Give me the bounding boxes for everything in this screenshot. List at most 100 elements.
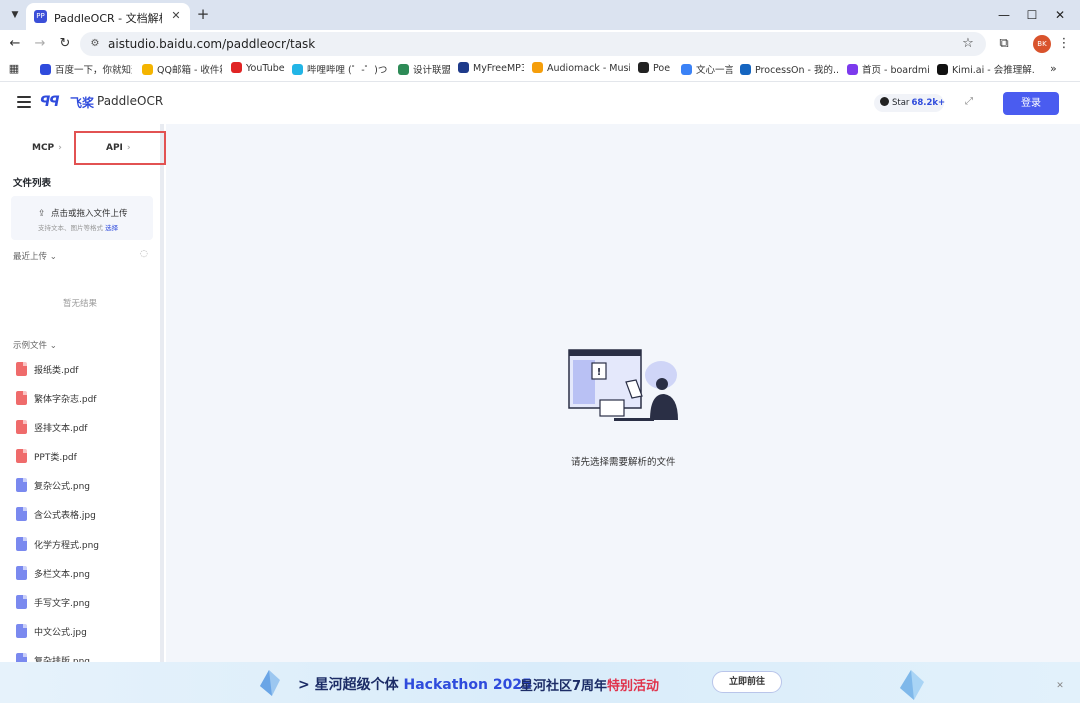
translate-icon[interactable]: ⤢ [962,95,976,109]
tab-search-icon[interactable]: ▼ [6,6,24,24]
chevron-right-icon: › [126,143,131,153]
bookmark-baidu[interactable]: 百度一下，你就知道 [40,62,132,78]
pdf-file-icon [16,391,27,405]
bookmark-processon[interactable]: ProcessOn - 我的... [740,62,838,78]
image-file-icon [16,566,27,580]
bookmark-icon [681,64,692,75]
reload-icon[interactable]: ↻ [56,35,74,53]
maximize-icon[interactable]: ☐ [1022,6,1042,24]
site-info-icon[interactable]: ⚙ [88,37,102,51]
list-item[interactable]: 化学方程式.png [12,534,160,556]
tab-api[interactable]: API › [106,143,131,153]
app-name: PaddleOCR [97,94,164,108]
bookmark-icon [847,64,858,75]
banner-close-icon[interactable]: ✕ [1054,680,1066,692]
profile-avatar[interactable]: BK [1033,35,1051,53]
browser-tabbar: ▼ PP PaddleOCR - 文档解析与智能 ✕ + — ☐ ✕ [0,0,1080,30]
minimize-icon[interactable]: — [994,6,1014,24]
paddle-logo-icon: ꟼꟼ [40,94,60,110]
list-item[interactable]: 竖排文本.pdf [12,417,160,439]
bookmark-icon [638,62,649,73]
extensions-puzzle-icon[interactable]: ⧉ [995,35,1013,53]
image-file-icon [16,595,27,609]
bookmark-icon [740,64,751,75]
svg-text:!: ! [597,367,602,378]
file-list-title: 文件列表 [13,178,52,189]
upload-select-link[interactable]: 选择 [105,224,118,232]
empty-state-text: 暂无结果 [63,299,98,309]
bookmark-icon [398,64,409,75]
app-header: ꟼꟼ 飞桨 PaddleOCR Star 68.2k+ ⤢ 登录 [0,82,1080,124]
kebab-menu-icon[interactable]: ⋮ [1056,35,1072,53]
login-button[interactable]: 登录 [1003,92,1059,115]
image-file-icon [16,624,27,638]
bookmark-youtube[interactable]: YouTube [231,62,285,78]
image-file-icon [16,507,27,521]
bookmark-star-icon[interactable]: ☆ [960,36,976,52]
bookmark-icon [40,64,51,75]
url-text[interactable]: aistudio.baidu.com/paddleocr/task [108,37,315,51]
bookmark-boardmix[interactable]: 首页 - boardmix [847,62,929,78]
address-bar[interactable]: ⚙ aistudio.baidu.com/paddleocr/task ☆ [80,32,986,56]
browser-toolbar: ← → ↻ ⚙ aistudio.baidu.com/paddleocr/tas… [0,30,1080,58]
list-item[interactable]: 含公式表格.jpg [12,504,160,526]
list-item[interactable]: 繁体字杂志.pdf [12,388,160,410]
recent-uploads-toggle[interactable]: 最近上传 ⌄ [13,250,57,262]
chevron-down-icon: ⌄ [49,341,57,351]
star-count: 68.2k+ [911,98,946,108]
close-icon[interactable]: ✕ [168,8,184,24]
bookmark-wenxin[interactable]: 文心一言 [681,62,733,78]
list-item[interactable]: 中文公式.jpg [12,621,160,643]
upload-label: 点击或拖入文件上传 [51,209,128,219]
new-tab-plus-icon[interactable]: + [194,5,212,23]
refresh-icon[interactable]: ◌ [140,249,150,259]
pdf-file-icon [16,449,27,463]
chevron-down-icon: ⌄ [49,252,57,262]
bookmark-qqmail[interactable]: QQ邮箱 - 收件箱 [142,62,222,78]
hamburger-menu-icon[interactable] [17,96,31,108]
upload-hint: 支持文本、图片等格式 [38,224,103,232]
github-star-badge[interactable]: Star 68.2k+ [874,94,946,112]
forward-arrow-icon[interactable]: → [31,35,49,53]
browser-tab[interactable]: PP PaddleOCR - 文档解析与智能 ✕ [26,3,190,30]
window-close-icon[interactable]: ✕ [1050,6,1070,24]
upload-icon: ⇪ [38,209,46,219]
image-file-icon [16,537,27,551]
banner-cta-button[interactable]: 立即前往 [712,671,782,693]
upload-dropzone[interactable]: ⇪ 点击或拖入文件上传 支持文本、图片等格式 选择 [11,196,153,240]
bookmark-myfreemp3[interactable]: MyFreeMP3 [458,62,524,78]
empty-state-illustration: ! [568,349,678,421]
bookmark-audiomack[interactable]: Audiomack - Musi... [532,62,630,78]
back-arrow-icon[interactable]: ← [6,35,24,53]
bookmarks-bar: ▦ 百度一下，你就知道 QQ邮箱 - 收件箱 YouTube 哔哩哔哩 (゜-゜… [0,58,1080,82]
list-item[interactable]: 报纸类.pdf [12,359,160,381]
banner-decoration-left [260,670,280,696]
example-files-toggle[interactable]: 示例文件 ⌄ [13,339,57,351]
bookmark-bilibili[interactable]: 哔哩哔哩 (゜-゜)つ... [292,62,388,78]
image-file-icon [16,478,27,492]
tab-title: PaddleOCR - 文档解析与智能 [54,12,162,25]
bookmark-kimi[interactable]: Kimi.ai - 会推理解... [937,62,1035,78]
banner-decoration-right [900,670,924,700]
apps-grid-icon[interactable]: ▦ [7,62,21,76]
bookmark-icon [532,62,543,73]
list-item[interactable]: 多栏文本.png [12,563,160,585]
list-item[interactable]: 复杂排版.png [12,650,160,662]
list-item[interactable]: 复杂公式.png [12,475,160,497]
main-empty-hint: 请先选择需要解析的文件 [571,457,676,468]
list-item[interactable]: 手写文字.png [12,592,160,614]
list-item[interactable]: PPT类.pdf [12,446,160,468]
image-file-icon [16,653,27,662]
tab-mcp[interactable]: MCP › [32,143,62,153]
bookmarks-overflow-icon[interactable]: » [1050,62,1057,75]
sidebar-scrollbar[interactable] [160,124,164,662]
bookmark-design[interactable]: 设计联盟 [398,62,450,78]
bookmark-poe[interactable]: Poe [638,62,674,78]
pdf-file-icon [16,362,27,376]
paddle-favicon-icon: PP [34,10,47,23]
banner-subline: 星河社区7周年特别活动 [520,679,660,694]
bookmark-icon [142,64,153,75]
github-icon [880,97,889,106]
bookmark-icon [231,62,242,73]
bookmark-icon [292,64,303,75]
